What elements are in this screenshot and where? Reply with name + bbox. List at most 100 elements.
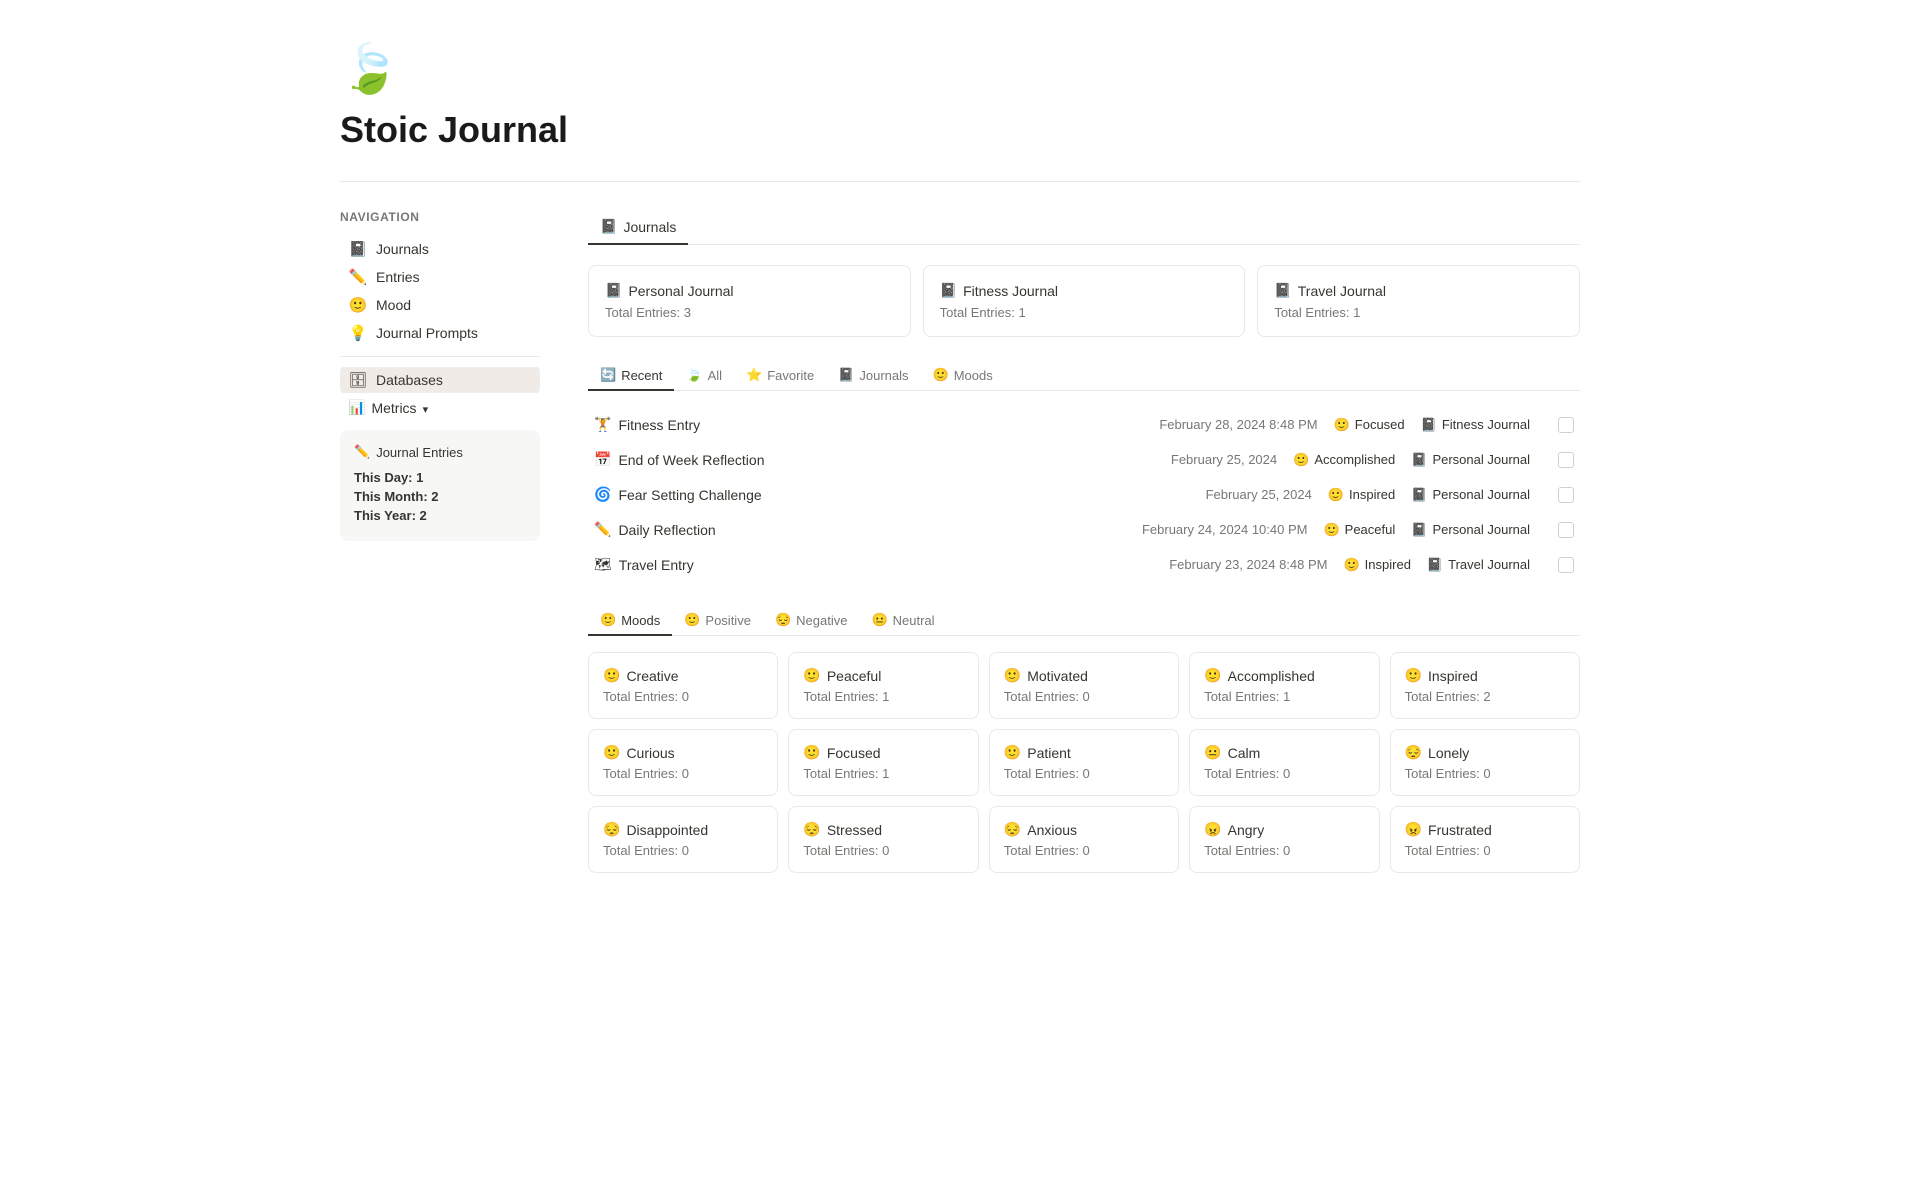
personal-journal-count: Total Entries: 3 bbox=[605, 305, 894, 320]
journal-emoji: 📓 bbox=[1421, 417, 1437, 433]
entry-tab-moods-label: Moods bbox=[954, 368, 993, 383]
mood-card-count: Total Entries: 0 bbox=[803, 843, 963, 858]
journal-emoji: 📓 bbox=[1411, 487, 1427, 503]
mood-icon: 🙂 bbox=[348, 296, 368, 314]
entry-title-text: Travel Entry bbox=[619, 557, 694, 573]
mood-tab-moods[interactable]: 🙂 Moods bbox=[588, 606, 672, 636]
entry-tab-favorite[interactable]: ⭐ Favorite bbox=[734, 361, 826, 391]
tab-journals-small-icon: 📓 bbox=[838, 367, 854, 383]
entry-checkbox[interactable] bbox=[1558, 417, 1574, 433]
journals-grid: 📓 Personal Journal Total Entries: 3 📓 Fi… bbox=[588, 265, 1580, 337]
mood-card-title-text: Angry bbox=[1228, 822, 1265, 838]
entry-checkbox[interactable] bbox=[1558, 522, 1574, 538]
sidebar-item-entries[interactable]: ✏️ Entries bbox=[340, 264, 540, 290]
entry-tab-recent[interactable]: 🔄 Recent bbox=[588, 361, 674, 391]
entry-row[interactable]: ✏️ Daily Reflection February 24, 2024 10… bbox=[588, 512, 1580, 547]
sidebar-item-journal-prompts[interactable]: 💡 Journal Prompts bbox=[340, 320, 540, 346]
journal-emoji: 📓 bbox=[1411, 522, 1427, 538]
metrics-this-day: This Day: 1 bbox=[354, 470, 526, 485]
logo-icon: 🍃 bbox=[340, 40, 1580, 97]
entry-row[interactable]: 🌀 Fear Setting Challenge February 25, 20… bbox=[588, 477, 1580, 512]
journal-prompts-icon: 💡 bbox=[348, 324, 368, 342]
mood-card-title-text: Calm bbox=[1228, 745, 1261, 761]
mood-card-title-text: Curious bbox=[626, 745, 674, 761]
tab-journals[interactable]: 📓 Journals bbox=[588, 210, 688, 245]
entries-filter-tabs: 🔄 Recent 🍃 All ⭐ Favorite 📓 Journals 🙂 bbox=[588, 361, 1580, 391]
moods-filter-tabs: 🙂 Moods 🙂 Positive 😔 Negative 😐 Neutral bbox=[588, 606, 1580, 636]
mood-card-title-text: Frustrated bbox=[1428, 822, 1492, 838]
travel-journal-title: Travel Journal bbox=[1298, 283, 1386, 299]
mood-card[interactable]: 😔 Stressed Total Entries: 0 bbox=[788, 806, 978, 873]
mood-card-count: Total Entries: 0 bbox=[603, 689, 763, 704]
favorite-icon: ⭐ bbox=[746, 367, 762, 383]
travel-journal-icon: 📓 bbox=[1274, 282, 1291, 299]
sidebar-divider bbox=[340, 356, 540, 357]
mood-card-count: Total Entries: 0 bbox=[1204, 843, 1364, 858]
mood-emoji: 🙂 bbox=[1334, 417, 1350, 433]
mood-tab-negative[interactable]: 😔 Negative bbox=[763, 606, 860, 636]
journal-card-travel[interactable]: 📓 Travel Journal Total Entries: 1 bbox=[1257, 265, 1580, 337]
page-header: 🍃 Stoic Journal bbox=[340, 40, 1580, 151]
mood-card-title-text: Motivated bbox=[1027, 668, 1088, 684]
entry-row[interactable]: 🗺 Travel Entry February 23, 2024 8:48 PM… bbox=[588, 547, 1580, 582]
mood-card[interactable]: 😐 Calm Total Entries: 0 bbox=[1189, 729, 1379, 796]
moods-tab-icon: 🙂 bbox=[600, 612, 616, 628]
entry-tab-all[interactable]: 🍃 All bbox=[674, 361, 734, 391]
mood-card[interactable]: 🙂 Patient Total Entries: 0 bbox=[989, 729, 1179, 796]
mood-card[interactable]: 🙂 Focused Total Entries: 1 bbox=[788, 729, 978, 796]
entry-checkbox[interactable] bbox=[1558, 452, 1574, 468]
sidebar-item-journals[interactable]: 📓 Journals bbox=[340, 236, 540, 262]
entry-tab-recent-label: Recent bbox=[621, 368, 662, 383]
fitness-journal-title: Fitness Journal bbox=[963, 283, 1058, 299]
personal-journal-icon: 📓 bbox=[605, 282, 622, 299]
metrics-toggle[interactable]: 📊 Metrics bbox=[340, 395, 540, 420]
metrics-chart-icon: 📊 bbox=[348, 399, 365, 416]
mood-card-title-text: Patient bbox=[1027, 745, 1071, 761]
mood-card-icon: 😠 bbox=[1405, 821, 1422, 838]
entry-journal: 📓 Travel Journal bbox=[1427, 557, 1530, 573]
positive-icon: 🙂 bbox=[684, 612, 700, 628]
mood-tab-positive[interactable]: 🙂 Positive bbox=[672, 606, 763, 636]
mood-card[interactable]: 🙂 Accomplished Total Entries: 1 bbox=[1189, 652, 1379, 719]
fitness-journal-count: Total Entries: 1 bbox=[940, 305, 1229, 320]
mood-card-icon: 🙂 bbox=[603, 744, 620, 761]
mood-card-icon: 🙂 bbox=[1004, 667, 1021, 684]
mood-card-count: Total Entries: 2 bbox=[1405, 689, 1565, 704]
entry-row[interactable]: 🏋 Fitness Entry February 28, 2024 8:48 P… bbox=[588, 407, 1580, 442]
mood-card[interactable]: 😔 Anxious Total Entries: 0 bbox=[989, 806, 1179, 873]
mood-card[interactable]: 🙂 Curious Total Entries: 0 bbox=[588, 729, 778, 796]
entry-checkbox[interactable] bbox=[1558, 487, 1574, 503]
sidebar-item-databases[interactable]: 🗄 Databases bbox=[340, 367, 540, 393]
entry-title-text: Fitness Entry bbox=[618, 417, 700, 433]
entry-journal: 📓 Fitness Journal bbox=[1421, 417, 1530, 433]
mood-card[interactable]: 🙂 Peaceful Total Entries: 1 bbox=[788, 652, 978, 719]
mood-card[interactable]: 😔 Disappointed Total Entries: 0 bbox=[588, 806, 778, 873]
entry-journal: 📓 Personal Journal bbox=[1411, 452, 1530, 468]
entry-tab-moods[interactable]: 🙂 Moods bbox=[921, 361, 1005, 391]
entry-journal: 📓 Personal Journal bbox=[1411, 487, 1530, 503]
mood-card-count: Total Entries: 0 bbox=[1405, 843, 1565, 858]
entry-tab-journals[interactable]: 📓 Journals bbox=[826, 361, 920, 391]
mood-card[interactable]: 🙂 Inspired Total Entries: 2 bbox=[1390, 652, 1580, 719]
mood-card[interactable]: 😠 Angry Total Entries: 0 bbox=[1189, 806, 1379, 873]
mood-card-count: Total Entries: 0 bbox=[1004, 689, 1164, 704]
entry-icon: 🗺 bbox=[594, 556, 612, 573]
entry-checkbox[interactable] bbox=[1558, 557, 1574, 573]
mood-card[interactable]: 😔 Lonely Total Entries: 0 bbox=[1390, 729, 1580, 796]
journal-card-fitness[interactable]: 📓 Fitness Journal Total Entries: 1 bbox=[923, 265, 1246, 337]
journal-card-personal[interactable]: 📓 Personal Journal Total Entries: 3 bbox=[588, 265, 911, 337]
sidebar: Navigation 📓 Journals ✏️ Entries 🙂 Mood … bbox=[340, 210, 540, 873]
entry-row[interactable]: 📅 End of Week Reflection February 25, 20… bbox=[588, 442, 1580, 477]
tab-journals-icon: 📓 bbox=[600, 218, 617, 235]
entry-mood: 🙂 Inspired bbox=[1343, 557, 1410, 573]
entries-icon: ✏️ bbox=[348, 268, 368, 286]
mood-tab-neutral[interactable]: 😐 Neutral bbox=[859, 606, 946, 636]
mood-card[interactable]: 😠 Frustrated Total Entries: 0 bbox=[1390, 806, 1580, 873]
mood-card[interactable]: 🙂 Motivated Total Entries: 0 bbox=[989, 652, 1179, 719]
mood-card-title-text: Inspired bbox=[1428, 668, 1478, 684]
mood-card[interactable]: 🙂 Creative Total Entries: 0 bbox=[588, 652, 778, 719]
mood-card-title-text: Lonely bbox=[1428, 745, 1469, 761]
sidebar-item-mood[interactable]: 🙂 Mood bbox=[340, 292, 540, 318]
metrics-card: ✏️ Journal Entries This Day: 1 This Mont… bbox=[340, 430, 540, 541]
moods-grid: 🙂 Creative Total Entries: 0 🙂 Peaceful T… bbox=[588, 652, 1580, 873]
